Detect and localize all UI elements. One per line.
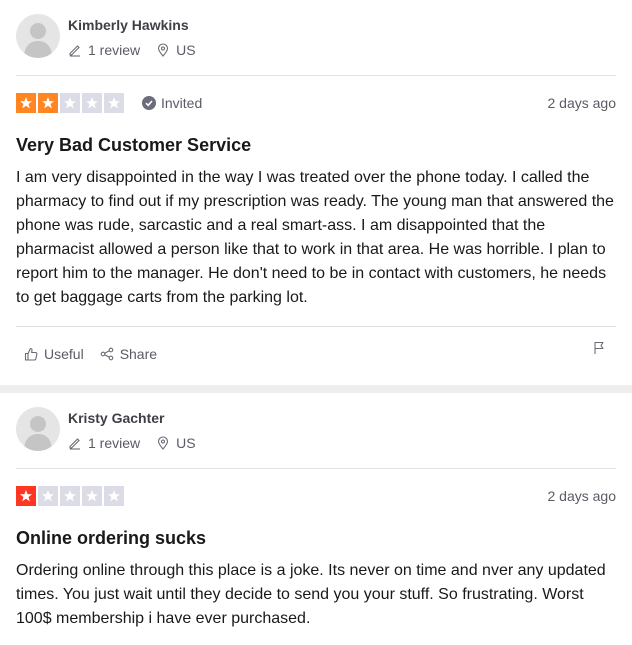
review-title[interactable]: Online ordering sucks [16,526,616,550]
review-card: Kimberly Hawkins 1 review US Invited 2 d… [0,0,632,385]
share-button[interactable]: Share [100,346,157,362]
star-filled [38,93,58,113]
star-empty [82,93,102,113]
verification-badge[interactable]: Invited [142,95,202,111]
star-rating [16,93,126,113]
person-silhouette-icon [24,23,52,58]
review-title[interactable]: Very Bad Customer Service [16,133,616,157]
review-actions: Useful Share [16,341,616,366]
reviewer-header: Kristy Gachter 1 review US [16,393,616,453]
reviewer-header: Kimberly Hawkins 1 review US [16,0,616,60]
useful-button[interactable]: Useful [24,346,84,362]
person-silhouette-icon [24,416,52,451]
avatar[interactable] [16,407,60,451]
reviewer-name[interactable]: Kristy Gachter [68,408,196,428]
star-empty [104,93,124,113]
check-circle-icon [142,96,156,110]
share-icon [100,347,114,361]
review-count: 1 review [88,42,141,58]
review-body: Ordering online through this place is a … [16,562,606,627]
share-label: Share [119,346,158,362]
review-separator [0,385,632,393]
star-filled [16,486,36,506]
star-filled [16,93,36,113]
review-date: 2 days ago [547,95,617,111]
avatar[interactable] [16,14,60,58]
reviewer-name[interactable]: Kimberly Hawkins [68,15,196,35]
pencil-icon [68,43,82,57]
map-pin-icon [156,436,170,450]
divider [16,326,616,327]
reviewer-country: US [176,42,196,58]
useful-label: Useful [44,346,84,362]
flag-icon[interactable] [592,341,606,355]
map-pin-icon [156,43,170,57]
verification-label: Invited [161,95,203,111]
reviewer-country: US [176,435,196,451]
thumbs-up-icon [24,347,38,361]
divider [16,468,616,469]
star-empty [60,93,80,113]
pencil-icon [68,436,82,450]
star-empty [38,486,58,506]
star-rating [16,486,126,506]
review-date: 2 days ago [547,488,617,504]
review-count: 1 review [88,435,141,451]
star-empty [104,486,124,506]
review-body: I am very disappointed in the way I was … [16,169,614,306]
divider [16,75,616,76]
review-card: Kristy Gachter 1 review US 2 days ago On… [0,393,632,645]
star-empty [60,486,80,506]
star-empty [82,486,102,506]
